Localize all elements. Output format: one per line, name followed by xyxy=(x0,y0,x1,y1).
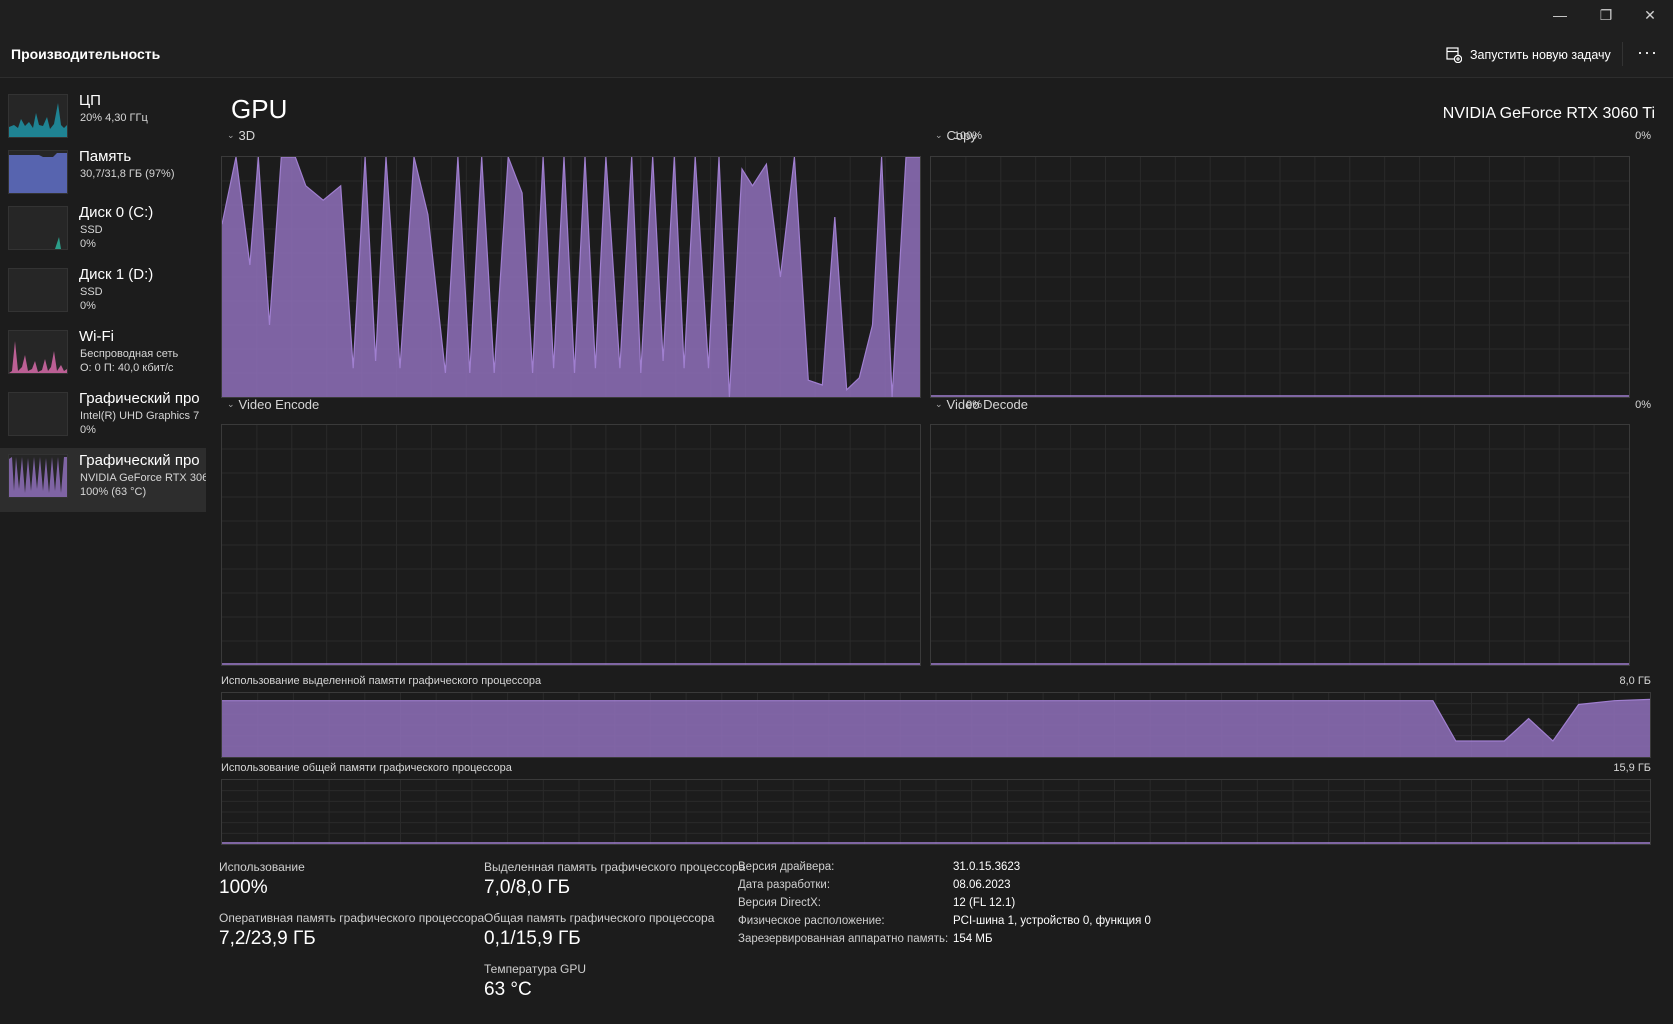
stat-temp-value: 63 °C xyxy=(484,979,532,1000)
new-task-icon xyxy=(1446,47,1462,63)
engine-selector-3d[interactable]: ⌄ 3D xyxy=(227,128,255,143)
gpu1-thumbnail-graph xyxy=(8,454,68,498)
sidebar-item-detail: SSD xyxy=(80,286,103,298)
engine-max-video-decode: 0% xyxy=(1635,399,1651,411)
wifi-thumbnail-graph xyxy=(8,330,68,374)
sidebar-item-name: ЦП xyxy=(79,92,101,109)
graph-dedicated-memory xyxy=(221,692,1651,758)
page-title: Производительность xyxy=(11,46,161,62)
stat-shared-label: Общая память графического процессора xyxy=(484,911,715,925)
header-divider xyxy=(1622,42,1623,66)
stat-shared-value: 0,1/15,9 ГБ xyxy=(484,928,581,949)
sidebar-item-name: Wi-Fi xyxy=(79,328,114,345)
sidebar-item-disk0[interactable]: Диск 0 (C:) SSD 0% xyxy=(0,200,206,264)
info-driver-label: Версия драйвера: xyxy=(738,861,835,873)
sidebar: ЦП 20% 4,30 ГГц Память 30,7/31,8 ГБ (97%… xyxy=(0,78,206,1024)
sidebar-item-cpu[interactable]: ЦП 20% 4,30 ГГц xyxy=(0,88,206,152)
gpu-title: GPU xyxy=(231,94,288,124)
sidebar-item-detail: SSD xyxy=(80,224,103,236)
graph-canvas xyxy=(222,425,920,665)
dedicated-memory-label: Использование выделенной памяти графичес… xyxy=(221,675,542,687)
chevron-down-icon: ⌄ xyxy=(935,399,943,409)
run-new-task-label: Запустить новую задачу xyxy=(1470,48,1611,62)
stat-temp-label: Температура GPU xyxy=(484,962,587,976)
chevron-down-icon: ⌄ xyxy=(227,130,235,140)
sidebar-item-detail: 20% 4,30 ГГц xyxy=(80,112,148,124)
gpu0-thumbnail-graph xyxy=(8,392,68,436)
engine-max-copy: 0% xyxy=(1635,130,1651,142)
engine-label-video-encode: Video Encode xyxy=(238,397,320,412)
info-driver-value: 31.0.15.3623 xyxy=(953,861,1021,873)
sidebar-item-value: 0% xyxy=(80,238,96,250)
sidebar-item-gpu1[interactable]: Графический про NVIDIA GeForce RTX 306 1… xyxy=(0,448,206,512)
stat-gpu-ram-label: Оперативная память графического процессо… xyxy=(219,911,485,925)
graph-video-encode xyxy=(221,424,921,666)
info-directx-label: Версия DirectX: xyxy=(738,897,821,909)
sidebar-item-detail: Беспроводная сеть xyxy=(80,348,179,360)
disk0-thumbnail-graph xyxy=(8,206,68,250)
sidebar-item-gpu0[interactable]: Графический про Intel(R) UHD Graphics 7 … xyxy=(0,386,206,450)
graph-canvas xyxy=(931,425,1629,665)
sidebar-item-value: 0% xyxy=(80,424,96,436)
stat-usage-label: Использование xyxy=(219,860,305,874)
engine-selector-video-encode[interactable]: ⌄ Video Encode xyxy=(227,397,319,412)
chevron-down-icon: ⌄ xyxy=(935,130,943,140)
sidebar-item-memory[interactable]: Память 30,7/31,8 ГБ (97%) xyxy=(0,144,206,208)
engine-selector-copy[interactable]: ⌄ Copy xyxy=(935,128,977,143)
sidebar-item-name: Графический про xyxy=(79,452,200,469)
sidebar-item-value: О: 0 П: 40,0 кбит/с xyxy=(80,362,174,374)
sidebar-item-disk1[interactable]: Диск 1 (D:) SSD 0% xyxy=(0,262,206,326)
engine-label-3d: 3D xyxy=(238,128,256,143)
sidebar-item-detail: NVIDIA GeForce RTX 306 xyxy=(80,472,206,484)
close-button[interactable]: ✕ xyxy=(1627,0,1673,30)
dedicated-memory-max: 8,0 ГБ xyxy=(1619,675,1651,687)
title-bar: — ❐ ✕ xyxy=(0,0,1673,30)
info-date-value: 08.06.2023 xyxy=(953,879,1011,891)
info-reserved-value: 154 МБ xyxy=(953,933,993,945)
sidebar-item-name: Графический про xyxy=(79,390,200,407)
shared-memory-label: Использование общей памяти графического … xyxy=(221,762,512,774)
run-new-task-button[interactable]: Запустить новую задачу xyxy=(1446,44,1611,66)
sidebar-item-value: 0% xyxy=(80,300,96,312)
graph-shared-memory xyxy=(221,779,1651,845)
more-options-icon[interactable]: ··· xyxy=(1637,42,1658,63)
page-header: Производительность Запустить новую задач… xyxy=(0,30,1673,78)
engine-label-video-decode: Video Decode xyxy=(946,397,1028,412)
minimize-button[interactable]: — xyxy=(1537,0,1583,30)
memory-thumbnail-graph xyxy=(8,150,68,194)
stat-usage-value: 100% xyxy=(219,877,268,898)
sidebar-item-name: Память xyxy=(79,148,132,165)
sidebar-item-detail: 30,7/31,8 ГБ (97%) xyxy=(80,168,175,180)
graph-canvas xyxy=(931,157,1629,397)
graph-canvas xyxy=(222,157,920,397)
sidebar-item-value: 100% (63 °C) xyxy=(80,486,147,498)
graph-canvas xyxy=(222,780,1650,844)
dedicated-memory-area xyxy=(222,699,1650,757)
main-panel: GPU NVIDIA GeForce RTX 3060 Ti ⌄ 3D 100%… xyxy=(206,78,1673,1024)
graph-canvas xyxy=(222,693,1650,757)
info-date-label: Дата разработки: xyxy=(738,879,831,891)
stat-gpu-ram-value: 7,2/23,9 ГБ xyxy=(219,928,316,949)
info-reserved-label: Зарезервированная аппаратно память: xyxy=(738,933,949,945)
stat-dedicated-label: Выделенная память графического процессор… xyxy=(484,860,746,874)
info-location-label: Физическое расположение: xyxy=(738,915,885,927)
sidebar-item-name: Диск 0 (C:) xyxy=(79,204,154,221)
engine-label-copy: Copy xyxy=(946,128,977,143)
disk1-thumbnail-graph xyxy=(8,268,68,312)
sidebar-item-detail: Intel(R) UHD Graphics 7 xyxy=(80,410,200,422)
chevron-down-icon: ⌄ xyxy=(227,399,235,409)
sidebar-item-wifi[interactable]: Wi-Fi Беспроводная сеть О: 0 П: 40,0 кби… xyxy=(0,324,206,388)
sidebar-item-name: Диск 1 (D:) xyxy=(79,266,154,283)
gpu-device-name: NVIDIA GeForce RTX 3060 Ti xyxy=(1442,105,1655,122)
info-directx-value: 12 (FL 12.1) xyxy=(953,897,1016,909)
info-location-value: PCI-шина 1, устройство 0, функция 0 xyxy=(953,915,1151,927)
engine-selector-video-decode[interactable]: ⌄ Video Decode xyxy=(935,397,1028,412)
graph-video-decode xyxy=(930,424,1630,666)
graph-copy xyxy=(930,156,1630,398)
stat-dedicated-value: 7,0/8,0 ГБ xyxy=(484,877,571,898)
graph-3d xyxy=(221,156,921,398)
maximize-button[interactable]: ❐ xyxy=(1583,0,1629,30)
shared-memory-max: 15,9 ГБ xyxy=(1613,762,1651,774)
cpu-thumbnail-graph xyxy=(8,94,68,138)
